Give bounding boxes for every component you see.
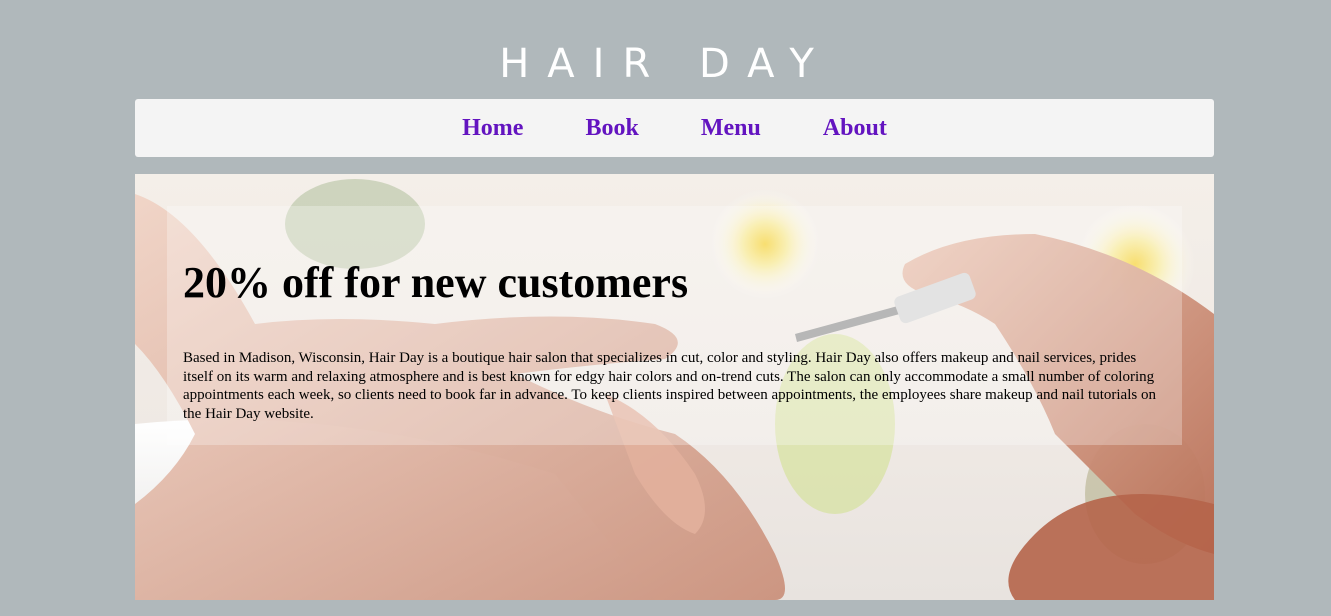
site-title: HAIR DAY <box>499 41 832 87</box>
nav-link-about[interactable]: About <box>823 115 887 142</box>
hero-banner: 20% off for new customers Based in Madis… <box>135 174 1214 600</box>
promo-description: Based in Madison, Wisconsin, Hair Day is… <box>183 350 1156 422</box>
nav-link-menu[interactable]: Menu <box>701 115 761 142</box>
nav-link-home[interactable]: Home <box>462 115 523 142</box>
promo-panel: 20% off for new customers Based in Madis… <box>167 206 1182 445</box>
promo-headline: 20% off for new customers <box>183 258 689 307</box>
nav-link-book[interactable]: Book <box>585 115 638 142</box>
main-navigation: Home Book Menu About <box>135 99 1214 157</box>
